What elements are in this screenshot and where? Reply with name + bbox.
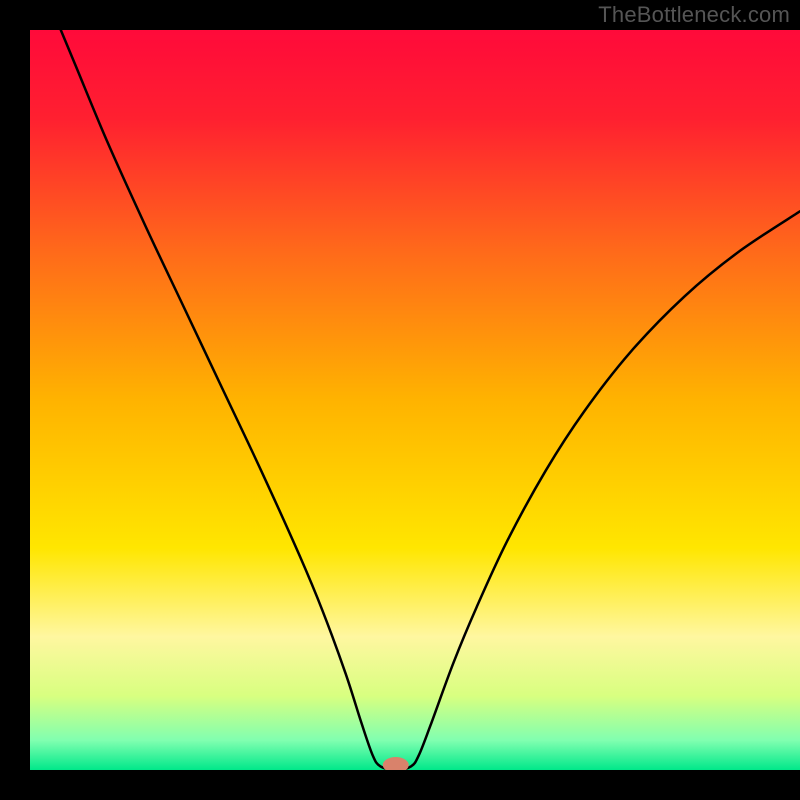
watermark-label: TheBottleneck.com <box>598 2 790 28</box>
optimum-marker <box>383 757 409 773</box>
bottleneck-chart <box>0 0 800 800</box>
gradient-background <box>30 30 800 770</box>
chart-container: TheBottleneck.com <box>0 0 800 800</box>
